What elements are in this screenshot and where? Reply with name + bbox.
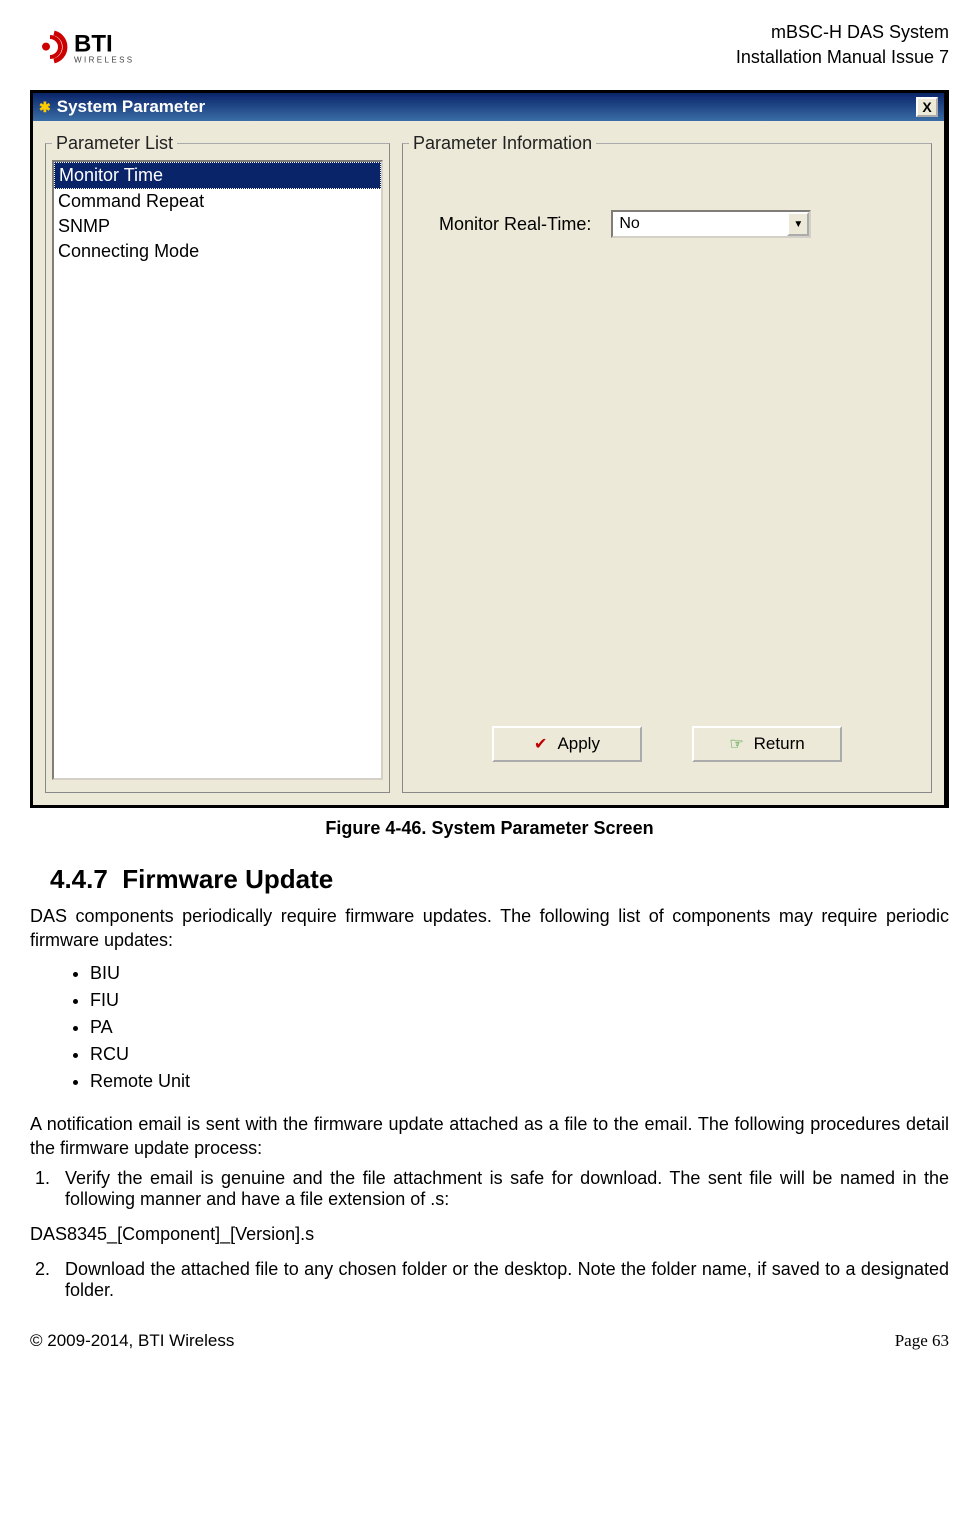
apply-button[interactable]: ✔ Apply <box>492 726 642 762</box>
system-parameter-window: ✱ System Parameter X Parameter List Moni… <box>30 90 949 808</box>
close-button[interactable]: X <box>916 97 938 117</box>
check-icon: ✔ <box>534 734 547 754</box>
logo: BTI WIRELESS <box>30 20 190 70</box>
intro-paragraph: DAS components periodically require firm… <box>30 905 949 952</box>
section-heading: 4.4.7 Firmware Update <box>50 864 949 895</box>
para2: A notification email is sent with the fi… <box>30 1113 949 1160</box>
list-item-command-repeat[interactable]: Command Repeat <box>54 189 381 214</box>
svg-text:WIRELESS: WIRELESS <box>74 56 135 65</box>
window-titlebar[interactable]: ✱ System Parameter X <box>33 93 944 121</box>
component-list: BIU FIU PA RCU Remote Unit <box>90 960 949 1095</box>
step-1: Verify the email is genuine and the file… <box>55 1168 949 1210</box>
list-item-monitor-time[interactable]: Monitor Time <box>54 162 381 189</box>
page-number: Page 63 <box>895 1331 949 1351</box>
window-icon: ✱ <box>39 99 51 116</box>
section-title: Firmware Update <box>122 864 333 894</box>
filename-pattern: DAS8345_[Component]_[Version].s <box>30 1224 949 1245</box>
step-2: Download the attached file to any chosen… <box>55 1259 949 1301</box>
bti-logo-icon: BTI WIRELESS <box>30 20 190 70</box>
svg-text:BTI: BTI <box>74 30 113 57</box>
doc-title-2: Installation Manual Issue 7 <box>736 45 949 70</box>
return-label: Return <box>754 734 805 754</box>
procedure-list-2: Download the attached file to any chosen… <box>55 1259 949 1301</box>
param-list-legend: Parameter List <box>52 133 177 154</box>
dropdown-value: No <box>613 213 787 235</box>
param-info-legend: Parameter Information <box>409 133 596 154</box>
copyright: © 2009-2014, BTI Wireless <box>30 1331 234 1351</box>
bullet-pa: PA <box>90 1014 949 1041</box>
apply-label: Apply <box>557 734 600 754</box>
procedure-list: Verify the email is genuine and the file… <box>55 1168 949 1210</box>
parameter-info-group: Parameter Information Monitor Real-Time:… <box>402 133 932 793</box>
return-button[interactable]: ☞ Return <box>692 726 842 762</box>
parameter-list-group: Parameter List Monitor Time Command Repe… <box>45 133 390 793</box>
section-number: 4.4.7 <box>50 864 108 894</box>
monitor-realtime-label: Monitor Real-Time: <box>439 214 591 235</box>
window-title: System Parameter <box>57 97 205 117</box>
close-icon: X <box>922 99 931 115</box>
parameter-listbox[interactable]: Monitor Time Command Repeat SNMP Connect… <box>52 160 383 780</box>
chevron-down-icon[interactable]: ▼ <box>787 212 809 236</box>
bullet-rcu: RCU <box>90 1041 949 1068</box>
doc-title-1: mBSC-H DAS System <box>736 20 949 45</box>
bullet-biu: BIU <box>90 960 949 987</box>
list-item-snmp[interactable]: SNMP <box>54 214 381 239</box>
figure-caption: Figure 4-46. System Parameter Screen <box>30 818 949 839</box>
bullet-fiu: FIU <box>90 987 949 1014</box>
hand-icon: ☞ <box>729 734 743 754</box>
monitor-realtime-dropdown[interactable]: No ▼ <box>611 210 811 238</box>
bullet-remote-unit: Remote Unit <box>90 1068 949 1095</box>
list-item-connecting-mode[interactable]: Connecting Mode <box>54 239 381 264</box>
